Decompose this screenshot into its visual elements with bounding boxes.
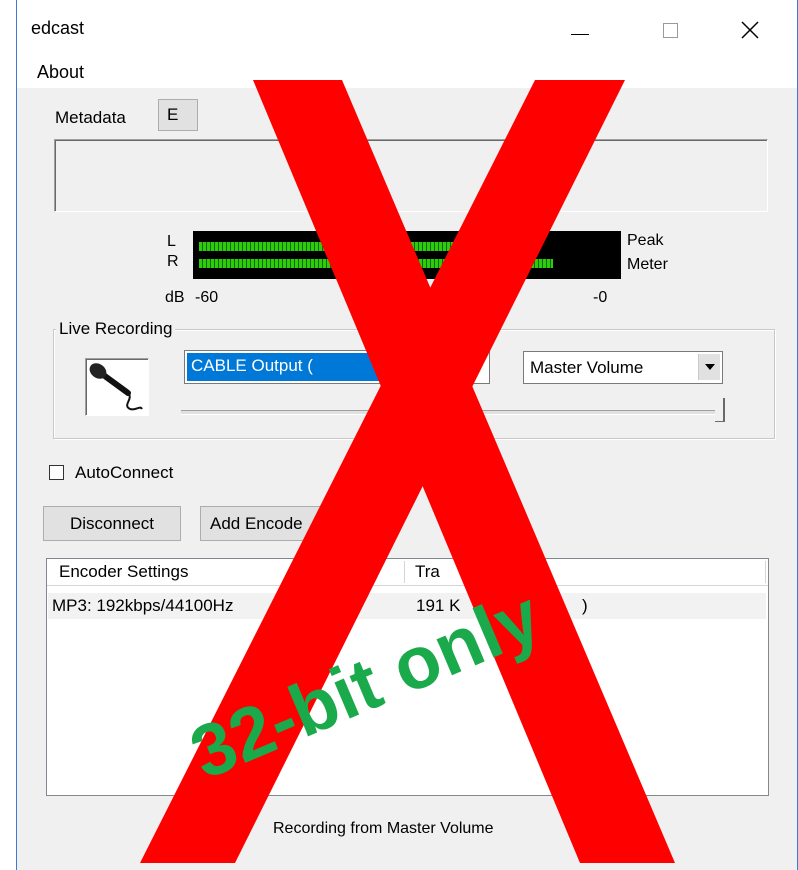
- autoconnect-checkbox[interactable]: [49, 465, 64, 480]
- close-button[interactable]: [727, 12, 773, 48]
- table-row[interactable]: MP3: 192kbps/44100Hz 191 K ): [48, 593, 766, 619]
- autoconnect-label: AutoConnect: [75, 463, 174, 482]
- volume-slider-thumb[interactable]: [715, 398, 725, 422]
- metadata-button[interactable]: E: [158, 99, 198, 131]
- window-title: edcast: [31, 18, 85, 38]
- live-recording-label: Live Recording: [56, 319, 176, 339]
- chevron-down-icon: [704, 364, 715, 370]
- close-icon: [741, 21, 759, 39]
- mixer-select-value: Master Volume: [530, 358, 644, 377]
- disconnect-button[interactable]: Disconnect: [43, 506, 181, 541]
- encoder-list[interactable]: Encoder Settings Tra MP3: 192kbps/44100H…: [46, 558, 769, 796]
- encoder-transfer-tail: ): [582, 596, 588, 615]
- meter-left-label: L: [167, 233, 176, 250]
- microphone-icon: [89, 363, 143, 411]
- db-tick-0: -0: [593, 289, 608, 306]
- peak-label: Peak: [627, 232, 664, 249]
- add-encoder-button[interactable]: Add Encode: [200, 506, 338, 541]
- volume-slider[interactable]: [181, 398, 725, 422]
- input-device-value: CABLE Output (: [187, 353, 385, 381]
- column-transfer[interactable]: Tra: [415, 562, 440, 582]
- meter-label: Meter: [627, 256, 668, 273]
- db-tick-30: -30: [392, 289, 416, 306]
- meter-left-bar: [199, 242, 520, 251]
- peak-meter: [193, 231, 621, 279]
- encoder-settings-cell: MP3: 192kbps/44100Hz: [52, 596, 234, 615]
- mic-button[interactable]: [85, 358, 149, 416]
- status-text: Recording from Master Volume: [273, 820, 494, 837]
- db-label: dB: [165, 289, 185, 306]
- live-recording-group: [53, 329, 775, 439]
- maximize-icon: [662, 22, 678, 38]
- metadata-display: [54, 139, 768, 212]
- minimize-button[interactable]: [557, 12, 603, 48]
- metadata-button-label: E: [167, 105, 179, 124]
- title-bar: edcast: [17, 0, 797, 58]
- mixer-select[interactable]: Master Volume: [523, 351, 723, 384]
- add-encoder-button-label: Add Encode: [210, 513, 303, 533]
- disconnect-button-label: Disconnect: [69, 513, 155, 533]
- menu-bar: About: [17, 58, 797, 88]
- maximize-button[interactable]: [647, 12, 693, 48]
- encoder-transfer-cell: 191 K: [416, 596, 461, 615]
- meter-right-label: R: [167, 253, 179, 270]
- column-encoder-settings[interactable]: Encoder Settings: [59, 562, 188, 582]
- db-tick-60: -60: [195, 289, 219, 306]
- minimize-icon: [571, 33, 589, 35]
- volume-slider-track: [181, 410, 725, 415]
- edcast-window: edcast About Metadata E L R Peak Meter d…: [16, 0, 798, 870]
- mixer-select-arrow[interactable]: [698, 354, 720, 380]
- metadata-label: Metadata: [55, 108, 126, 127]
- meter-right-bar: [199, 259, 553, 268]
- input-device-select[interactable]: CABLE Output (: [184, 350, 490, 384]
- encoder-list-header: Encoder Settings Tra: [47, 559, 768, 586]
- menu-about[interactable]: About: [37, 62, 84, 83]
